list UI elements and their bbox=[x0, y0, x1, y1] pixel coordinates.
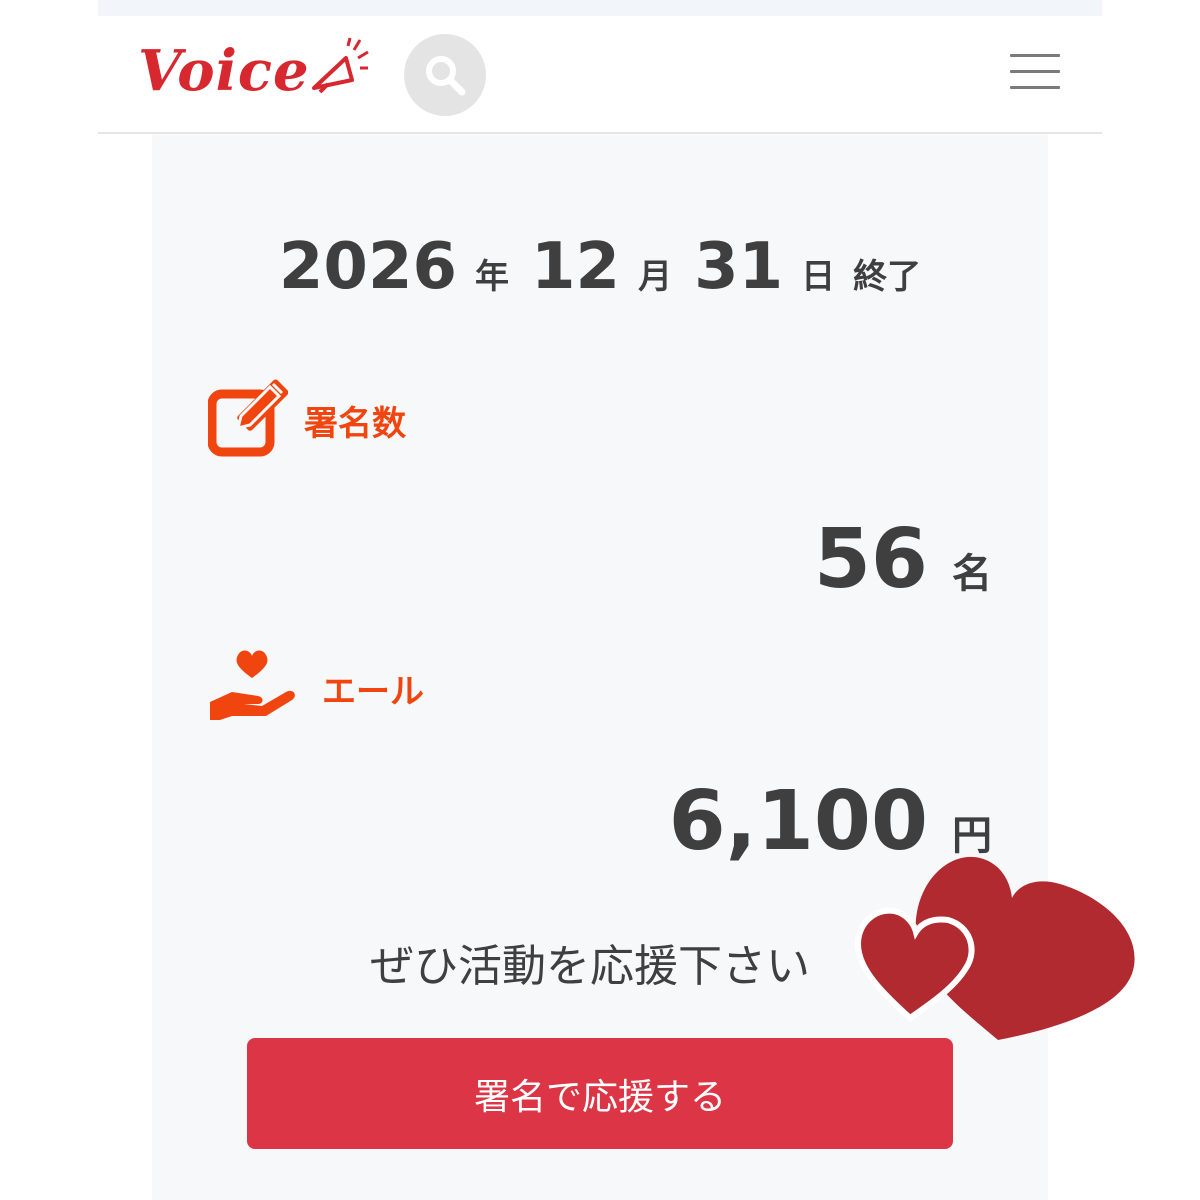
menu-line bbox=[1010, 86, 1060, 89]
deadline-day-unit: 日 bbox=[801, 257, 836, 297]
deadline-year: 2026 bbox=[278, 230, 457, 304]
deadline-year-unit: 年 bbox=[475, 257, 509, 297]
top-strip bbox=[98, 0, 1102, 16]
support-message: ぜひ活動を応援下さい bbox=[370, 941, 810, 992]
deadline-day: 31 bbox=[694, 230, 784, 304]
signatures-label-row: 署名数 bbox=[207, 378, 406, 458]
hearts-decoration-icon bbox=[854, 856, 1135, 1040]
search-button[interactable] bbox=[404, 34, 486, 116]
cheer-label-row: エール bbox=[208, 646, 424, 726]
search-icon bbox=[426, 56, 466, 96]
cheer-label: エール bbox=[322, 672, 424, 712]
deadline-month-unit: 月 bbox=[638, 257, 673, 297]
deadline-status: 終了 bbox=[853, 257, 922, 297]
signature-count: 56 名 bbox=[814, 512, 992, 607]
deadline: 2026 年 12 月 31 日終了 bbox=[152, 230, 1048, 304]
hamburger-menu-icon[interactable] bbox=[1010, 54, 1060, 94]
site-header: Voice bbox=[98, 16, 1102, 134]
deadline-month: 12 bbox=[531, 230, 621, 304]
edit-pencil-icon bbox=[207, 379, 289, 457]
signature-count-value: 56 bbox=[813, 512, 928, 607]
signature-count-unit: 名 bbox=[952, 551, 992, 597]
sign-support-button[interactable]: 署名で応援する bbox=[247, 1038, 953, 1149]
signatures-label: 署名数 bbox=[304, 404, 406, 444]
heart-hand-icon bbox=[210, 650, 295, 720]
menu-line bbox=[1010, 54, 1060, 57]
menu-line bbox=[1010, 70, 1060, 73]
voice-logo[interactable]: Voice bbox=[138, 38, 310, 104]
megaphone-logo-icon bbox=[312, 37, 369, 94]
